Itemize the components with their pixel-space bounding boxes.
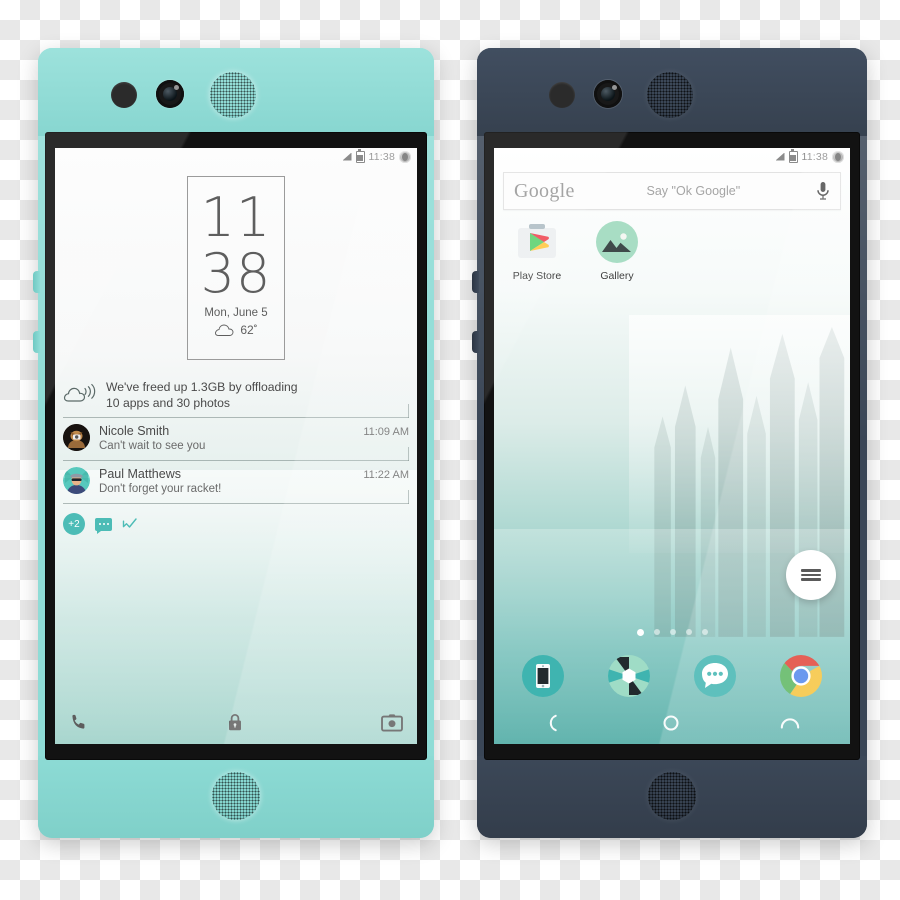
notification-list: We've freed up 1.3GB by offloading 10 ap… (63, 374, 409, 535)
app-label: Play Store (512, 270, 562, 282)
clock-minutes: 38 (200, 242, 272, 305)
power-button[interactable] (472, 331, 479, 353)
fab-line-3 (801, 578, 821, 582)
status-time: 11:38 (368, 150, 395, 163)
page-dot[interactable] (685, 629, 692, 635)
battery-icon (788, 149, 798, 163)
search-placeholder: Say "Ok Google" (646, 184, 741, 198)
lockscreen-clock-widget[interactable]: 11 38 Mon, June 5 62˚ (187, 176, 285, 360)
system-nav-bar (494, 708, 850, 738)
notification-preview: Can't wait to see you (99, 440, 206, 452)
user-avatar-icon (399, 150, 411, 163)
cloud-sync-icon (63, 383, 96, 402)
volume-button[interactable] (33, 271, 40, 293)
signal-triangle-icon (342, 152, 352, 161)
dock-camera-shutter-icon[interactable] (607, 654, 651, 698)
status-time: 11:38 (801, 150, 828, 163)
lock-icon[interactable] (226, 711, 244, 733)
dock-phone-device-icon[interactable] (521, 654, 565, 698)
app-label: Gallery (600, 270, 634, 282)
proximity-sensor-icon (549, 82, 575, 108)
notification-nicole-smith[interactable]: Nicole Smith 11:09 AM Can't wait to see … (63, 418, 409, 461)
microphone-icon[interactable] (816, 181, 830, 201)
earpiece-speaker-grille (210, 72, 256, 118)
notification-sender: Paul Matthews (99, 467, 181, 481)
phone-glass-panel: 11:38 Google Say "Ok Google" Play Store … (484, 132, 860, 760)
back-icon[interactable] (544, 714, 562, 732)
camera-icon[interactable] (381, 713, 403, 732)
page-dot[interactable] (701, 629, 708, 635)
nicole-avatar (63, 424, 90, 451)
lockscreen-shortcut-bar (55, 708, 417, 736)
play-store-icon (515, 220, 559, 264)
avatar-photo (63, 467, 90, 494)
more-notifications-badge[interactable]: +2 (63, 513, 85, 535)
app-drawer-icon (801, 567, 821, 584)
status-bar-left: 11:38 (55, 148, 417, 165)
wallpaper-fog (629, 314, 850, 554)
bottom-speaker-grille (648, 772, 696, 820)
front-camera-icon (594, 80, 622, 108)
page-indicator-dots (494, 629, 850, 636)
weather-row: 62˚ (188, 323, 284, 337)
screen-right: 11:38 Google Say "Ok Google" Play Store … (494, 148, 850, 744)
page-dot-active[interactable] (636, 629, 644, 636)
app-play-store[interactable]: Play Store (510, 220, 564, 282)
paul-avatar (63, 467, 90, 494)
app-drawer-fab[interactable] (786, 550, 836, 600)
fab-line-1 (801, 568, 821, 572)
notification-divider (63, 490, 409, 504)
message-bubble-icon[interactable] (95, 517, 112, 534)
phone-right-navy: 11:38 Google Say "Ok Google" Play Store … (472, 48, 867, 838)
signal-triangle-icon (775, 152, 785, 161)
front-camera-icon (156, 80, 184, 108)
notification-time: 11:09 AM (363, 426, 409, 438)
homescreen-app-row: Play Store Gallery (510, 220, 644, 282)
check-arrow-icon[interactable] (122, 517, 138, 531)
proximity-sensor-icon (111, 82, 137, 108)
notification-message-line-2: 10 apps and 30 photos (106, 395, 231, 410)
volume-button[interactable] (472, 271, 479, 293)
page-dot[interactable] (669, 629, 676, 635)
notification-cloud-offload[interactable]: We've freed up 1.3GB by offloading 10 ap… (63, 374, 409, 418)
power-button[interactable] (33, 331, 40, 353)
weather-temperature: 62˚ (240, 323, 258, 337)
google-search-bar[interactable]: Google Say "Ok Google" (503, 172, 841, 210)
notification-preview: Don't forget your racket! (99, 483, 222, 495)
dock-messenger-icon[interactable] (693, 654, 737, 698)
notification-sender: Nicole Smith (99, 424, 170, 438)
sensor-row (477, 48, 867, 136)
gallery-icon (595, 220, 639, 264)
bottom-speaker-grille (212, 772, 260, 820)
sensor-row (38, 48, 434, 136)
notification-paul-matthews[interactable]: Paul Matthews 11:22 AM Don't forget your… (63, 461, 409, 504)
screen-left: 11:38 11 38 Mon, June 5 62˚ We've freed … (55, 148, 417, 744)
homescreen-dock (494, 654, 850, 698)
app-gallery[interactable]: Gallery (590, 220, 644, 282)
phone-glass-panel: 11:38 11 38 Mon, June 5 62˚ We've freed … (45, 132, 427, 760)
battery-icon (355, 149, 365, 163)
clock-date: Mon, June 5 (204, 307, 268, 319)
fab-line-2 (801, 573, 821, 577)
google-logo: Google (514, 179, 575, 202)
phone-icon[interactable] (69, 712, 89, 732)
user-avatar-icon (832, 150, 844, 163)
notification-message-line-1: We've freed up 1.3GB by offloading (106, 380, 298, 394)
notification-time: 11:22 AM (363, 469, 409, 481)
page-dot[interactable] (653, 629, 660, 635)
cloud-icon (215, 324, 234, 336)
status-bar-right: 11:38 (494, 148, 850, 165)
recents-icon[interactable] (780, 716, 800, 730)
notification-quick-actions: +2 (63, 513, 409, 535)
avatar-photo (63, 424, 90, 451)
earpiece-speaker-grille (647, 72, 693, 118)
scene: 11:38 11 38 Mon, June 5 62˚ We've freed … (0, 0, 900, 900)
clock-hours: 11 (200, 186, 272, 249)
home-icon[interactable] (662, 714, 680, 732)
dock-chrome-icon[interactable] (779, 654, 823, 698)
phone-left-mint: 11:38 11 38 Mon, June 5 62˚ We've freed … (33, 48, 434, 838)
